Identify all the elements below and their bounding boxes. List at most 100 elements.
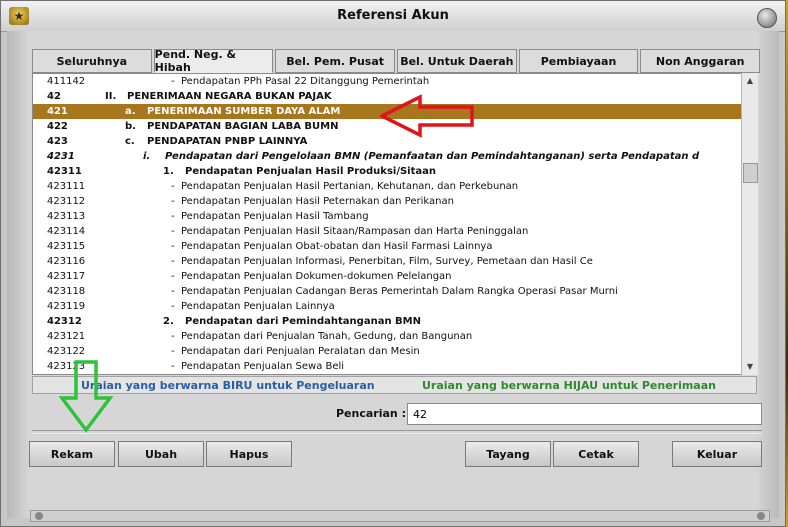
account-description: Pendapatan PPh Pasal 22 Ditanggung Pemer…	[181, 76, 430, 87]
account-description: Pendapatan Penjualan Obat-obatan dan Has…	[181, 241, 493, 252]
list-item[interactable]: 423116 - Pendapatan Penjualan Informasi, P…	[33, 254, 756, 269]
bottom-scrollbar[interactable]	[30, 510, 770, 522]
account-marker: -	[171, 211, 175, 222]
list-item[interactable]: 423119 - Pendapatan Penjualan Lainnya	[33, 299, 756, 314]
list-item[interactable]: 42311 1. Pendapatan Penjualan Hasil Produk…	[33, 164, 756, 179]
account-marker: -	[171, 241, 175, 252]
account-description: Pendapatan Penjualan Dokumen-dokumen Pel…	[181, 271, 452, 282]
color-legend: Uraian yang berwarna BIRU untuk Pengelua…	[32, 376, 757, 394]
account-code: 423111	[47, 181, 86, 192]
list-item[interactable]: 422 b. PENDAPATAN BAGIAN LABA BUMN	[33, 119, 756, 134]
list-item[interactable]: 423 c. PENDAPATAN PNBP LAINNYA	[33, 134, 756, 149]
window-title: Referensi Akun	[337, 8, 449, 23]
account-marker: 1.	[163, 166, 174, 177]
legend-green: Uraian yang berwarna HIJAU untuk Penerim…	[422, 379, 716, 392]
account-marker: i.	[143, 151, 151, 162]
account-code: 423112	[47, 196, 86, 207]
list-item[interactable]: 423122 - Pendapatan dari Penjualan Peralat…	[33, 344, 756, 359]
account-code: 423117	[47, 271, 86, 282]
tab-bel-untuk-daerah[interactable]: Bel. Untuk Daerah	[397, 49, 517, 73]
account-description: Pendapatan Penjualan Hasil Sitaan/Rampas…	[181, 226, 529, 237]
account-code: 423118	[47, 286, 86, 297]
tayang-button[interactable]: Tayang	[465, 441, 551, 467]
hapus-button[interactable]: Hapus	[206, 441, 292, 467]
account-code: 423121	[47, 331, 86, 342]
list-item[interactable]: 423118 - Pendapatan Penjualan Cadangan Ber…	[33, 284, 756, 299]
tab-pend-neg-hibah[interactable]: Pend. Neg. & Hibah	[153, 48, 274, 74]
account-description: Pendapatan Penjualan Sewa Beli	[181, 361, 345, 372]
account-marker: c.	[125, 136, 135, 147]
account-marker: -	[171, 346, 175, 357]
list-item[interactable]: 423117 - Pendapatan Penjualan Dokumen-doku…	[33, 269, 756, 284]
account-code: 421	[47, 106, 68, 117]
list-item[interactable]: 4231 i. Pendapatan dari Pengelolaan BMN (P…	[33, 149, 756, 164]
account-code: 423	[47, 136, 68, 147]
account-description: PENDAPATAN BAGIAN LABA BUMN	[147, 121, 339, 132]
cetak-button[interactable]: Cetak	[553, 441, 639, 467]
account-description: Pendapatan Penjualan Informasi, Penerbit…	[181, 256, 593, 267]
account-marker: -	[171, 271, 175, 282]
list-item[interactable]: 423123 - Pendapatan Penjualan Sewa Beli	[33, 359, 756, 374]
search-label: Pencarian :	[336, 407, 406, 420]
account-marker: -	[171, 331, 175, 342]
account-marker: b.	[125, 121, 136, 132]
tab-pembiayaan[interactable]: Pembiayaan	[518, 49, 639, 73]
account-description: PENERIMAAN NEGARA BUKAN PAJAK	[127, 91, 332, 102]
keluar-button[interactable]: Keluar	[672, 441, 762, 467]
account-description: Pendapatan Penjualan Hasil Tambang	[181, 211, 369, 222]
ubah-button[interactable]: Ubah	[118, 441, 204, 467]
account-list[interactable]: 411142- Pendapatan PPh Pasal 22 Ditanggun…	[32, 73, 757, 375]
scroll-thumb[interactable]	[743, 163, 758, 183]
account-marker: -	[171, 76, 175, 87]
account-marker: -	[171, 196, 175, 207]
list-item[interactable]: 423115 - Pendapatan Penjualan Obat-obatan …	[33, 239, 756, 254]
scroll-up-icon[interactable]: ▲	[744, 75, 756, 87]
list-scrollbar[interactable]: ▲ ▼	[741, 73, 758, 375]
list-item[interactable]: 421 a. PENERIMAAN SUMBER DAYA ALAM	[33, 104, 756, 119]
list-item[interactable]: 42312 2. Pendapatan dari Pemindahtanganan …	[33, 314, 756, 329]
account-marker: -	[171, 256, 175, 267]
account-description: PENERIMAAN SUMBER DAYA ALAM	[147, 106, 341, 117]
list-item[interactable]: 42 II. PENERIMAAN NEGARA BUKAN PAJAK	[33, 89, 756, 104]
tab-bar: Seluruhnya Pend. Neg. & Hibah Bel. Pem. Pu…	[32, 48, 762, 74]
account-description: Pendapatan Penjualan Hasil Pertanian, Ke…	[181, 181, 519, 192]
account-code: 4231	[47, 151, 75, 162]
account-marker: -	[171, 181, 175, 192]
list-item[interactable]: 423111 - Pendapatan Penjualan Hasil Pertan…	[33, 179, 756, 194]
account-marker: -	[171, 286, 175, 297]
account-marker: a.	[125, 106, 136, 117]
separator	[32, 430, 762, 434]
account-code: 423123	[47, 361, 86, 372]
scroll-left-icon[interactable]	[35, 512, 43, 520]
account-code: 42312	[47, 316, 82, 327]
account-marker: II.	[105, 91, 117, 102]
tab-non-anggaran[interactable]: Non Anggaran	[640, 49, 761, 73]
account-description: Pendapatan Penjualan Hasil Produksi/Sita…	[185, 166, 436, 177]
account-description: Pendapatan dari Penjualan Tanah, Gedung,…	[181, 331, 473, 342]
account-code: 423113	[47, 211, 86, 222]
account-code: 422	[47, 121, 68, 132]
list-item[interactable]: 411142 - Pendapatan PPh Pasal 22 Ditanggun…	[33, 74, 756, 89]
tab-seluruhnya[interactable]: Seluruhnya	[32, 49, 152, 73]
account-marker: -	[171, 361, 175, 372]
close-icon[interactable]	[757, 8, 777, 28]
list-item[interactable]: 423114 - Pendapatan Penjualan Hasil Sitaan…	[33, 224, 756, 239]
list-item[interactable]: 423113 - Pendapatan Penjualan Hasil Tamban…	[33, 209, 756, 224]
account-code: 423114	[47, 226, 86, 237]
account-code: 423116	[47, 256, 86, 267]
search-input[interactable]	[407, 403, 762, 425]
account-code: 411142	[47, 76, 86, 87]
title-bar[interactable]: ★ Referensi Akun	[1, 1, 785, 32]
scroll-down-icon[interactable]: ▼	[744, 361, 756, 373]
account-marker: 2.	[163, 316, 174, 327]
account-description: PENDAPATAN PNBP LAINNYA	[147, 136, 308, 147]
rekam-button[interactable]: Rekam	[29, 441, 115, 467]
tab-bel-pem-pusat[interactable]: Bel. Pem. Pusat	[275, 49, 396, 73]
account-code: 423115	[47, 241, 86, 252]
account-description: Pendapatan dari Pengelolaan BMN (Pemanfa…	[165, 151, 700, 162]
list-item[interactable]: 423112 - Pendapatan Penjualan Hasil Petern…	[33, 194, 756, 209]
scroll-right-icon[interactable]	[757, 512, 765, 520]
list-item[interactable]: 423121 - Pendapatan dari Penjualan Tanah, …	[33, 329, 756, 344]
account-code: 423119	[47, 301, 86, 312]
account-description: Pendapatan dari Penjualan Peralatan dan …	[181, 346, 420, 357]
